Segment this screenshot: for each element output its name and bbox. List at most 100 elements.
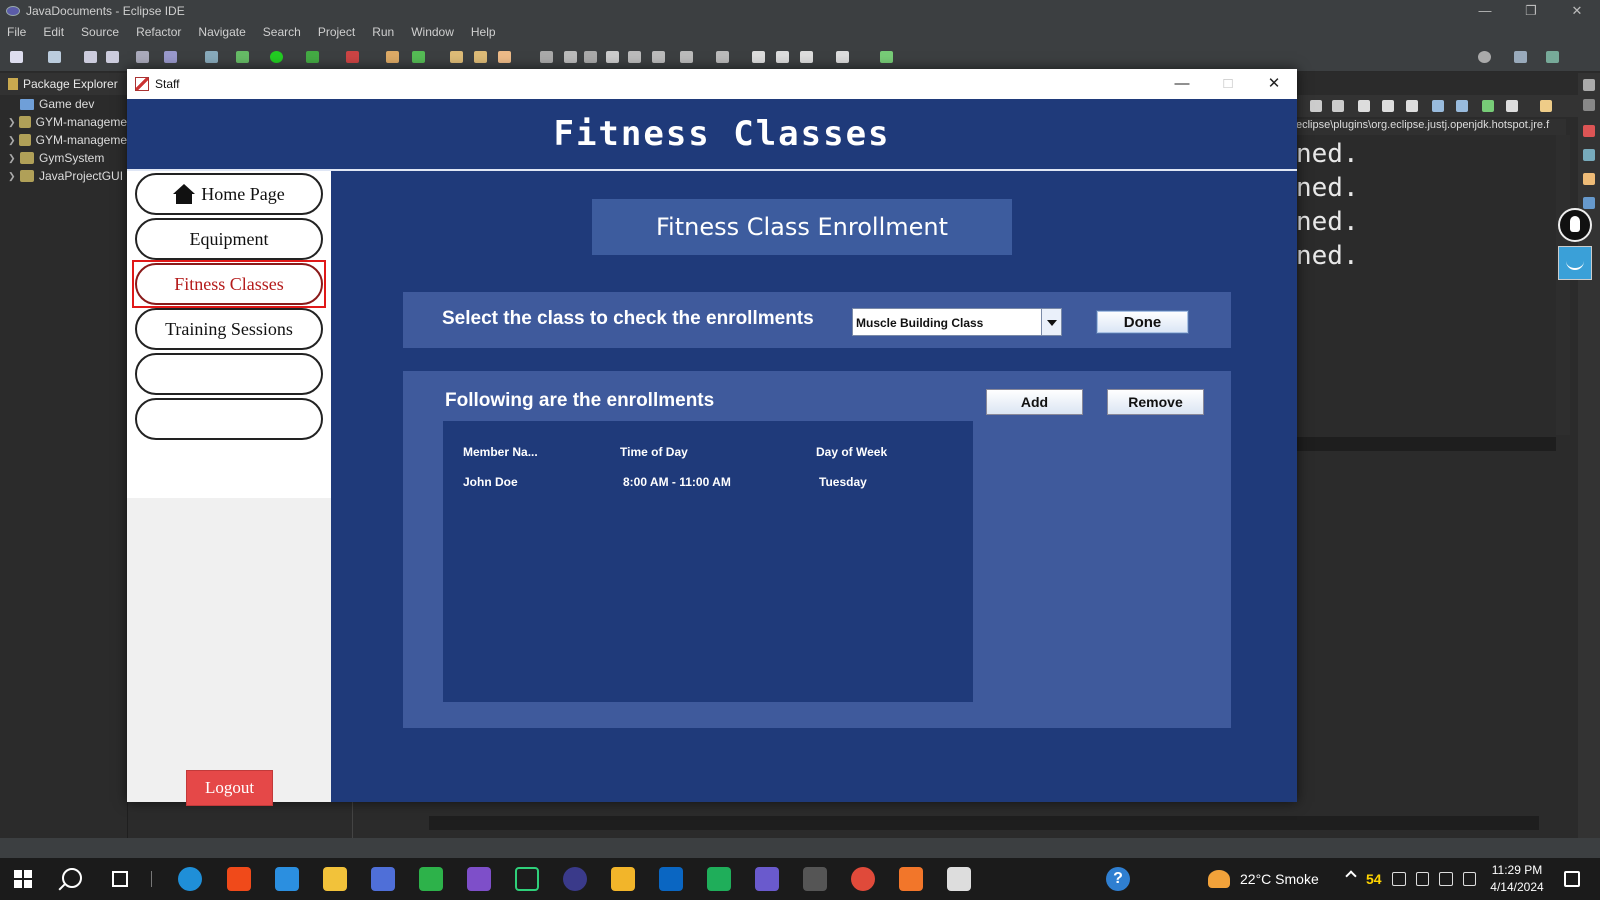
edge-icon[interactable] <box>178 867 202 891</box>
package-explorer-header[interactable]: Package Explorer <box>0 73 127 95</box>
console-icon[interactable] <box>1583 197 1595 209</box>
table-cell-member-name[interactable]: John Doe <box>463 475 518 489</box>
tree-item[interactable]: ❯ GYM-manageme <box>0 131 127 149</box>
pin-console-icon[interactable] <box>1456 100 1468 112</box>
outline-icon[interactable] <box>164 51 177 63</box>
eclipse-taskbar-icon[interactable] <box>563 867 587 891</box>
xampp-icon[interactable] <box>899 867 923 891</box>
search-icon[interactable] <box>62 868 82 888</box>
scroll-lock-icon[interactable] <box>1382 100 1394 112</box>
open-type-icon[interactable] <box>450 51 463 63</box>
battery-icon[interactable] <box>1462 872 1476 886</box>
restore-view-icon[interactable] <box>1583 79 1595 91</box>
tree-item[interactable]: ❯ GymSystem <box>0 149 127 167</box>
vscode-icon[interactable] <box>275 867 299 891</box>
logout-button[interactable]: Logout <box>186 770 273 806</box>
pycharm-icon[interactable] <box>515 867 539 891</box>
mark-occurrences-icon[interactable] <box>584 51 597 63</box>
chevron-right-icon[interactable]: ❯ <box>8 117 17 128</box>
external-tools-icon[interactable] <box>346 51 359 63</box>
play-store-icon[interactable] <box>707 867 731 891</box>
empty-nav-button-2[interactable] <box>135 398 323 440</box>
table-cell-time-of-day[interactable]: 8:00 AM - 11:00 AM <box>623 475 731 489</box>
puzzle-app-icon[interactable] <box>611 867 635 891</box>
menu-help[interactable]: Help <box>464 25 506 39</box>
minimize-icon[interactable]: — <box>1159 69 1205 99</box>
problems-icon[interactable] <box>1583 125 1595 137</box>
empty-nav-button-1[interactable] <box>135 353 323 395</box>
volume-icon[interactable] <box>1439 872 1453 886</box>
edit-icon[interactable] <box>564 51 577 63</box>
new-class-icon[interactable] <box>412 51 425 63</box>
clear-console-icon[interactable] <box>1358 100 1370 112</box>
add-button[interactable]: Add <box>986 389 1083 415</box>
task-view-icon[interactable] <box>112 871 128 887</box>
open-console-icon[interactable] <box>1540 100 1552 112</box>
restore-icon[interactable]: ❐ <box>1508 0 1554 22</box>
save-icon[interactable] <box>84 51 97 63</box>
show-whitespace-icon[interactable] <box>652 51 665 63</box>
java-app-icon[interactable] <box>947 867 971 891</box>
search-toolbar-icon[interactable] <box>498 51 511 63</box>
windows-start-icon[interactable] <box>14 870 32 888</box>
maximize-view-icon[interactable] <box>1583 99 1595 111</box>
file-explorer-icon[interactable] <box>323 867 347 891</box>
copilot-icon[interactable] <box>371 867 395 891</box>
weather-text[interactable]: 22°C Smoke <box>1240 871 1319 887</box>
save-all-icon[interactable] <box>106 51 119 63</box>
chrome-icon[interactable] <box>851 867 875 891</box>
fitness-classes-button[interactable]: Fitness Classes <box>132 260 326 308</box>
close-icon[interactable]: ✕ <box>1554 0 1600 22</box>
new-console-icon[interactable] <box>1506 100 1518 112</box>
enrollments-table[interactable]: Member Na... Time of Day Day of Week Joh… <box>443 421 973 702</box>
menu-search[interactable]: Search <box>256 25 311 39</box>
last-edit-icon[interactable] <box>752 51 765 63</box>
table-cell-day-of-week[interactable]: Tuesday <box>819 475 867 489</box>
show-hidden-icons-icon[interactable] <box>1345 870 1357 882</box>
close-icon[interactable]: ✕ <box>1251 69 1297 99</box>
menu-file[interactable]: File <box>0 25 36 39</box>
next-annotation-icon[interactable] <box>680 51 693 63</box>
open-perspective-icon[interactable] <box>880 51 893 63</box>
class-dropdown[interactable]: Muscle Building Class <box>852 308 1062 336</box>
help-icon[interactable]: ? <box>1106 867 1130 891</box>
green-app-icon[interactable] <box>419 867 443 891</box>
skip-breakpoints-icon[interactable] <box>205 51 218 63</box>
console-vertical-scrollbar[interactable] <box>1556 135 1570 435</box>
terminate-icon[interactable] <box>1310 100 1322 112</box>
menu-run[interactable]: Run <box>365 25 404 39</box>
search-icon[interactable] <box>1478 51 1491 63</box>
chevron-down-icon[interactable] <box>1041 309 1061 335</box>
open-task-icon[interactable] <box>474 51 487 63</box>
linkedin-icon[interactable] <box>659 867 683 891</box>
back-icon[interactable] <box>800 51 813 63</box>
editor-horizontal-scrollbar[interactable] <box>429 816 1539 830</box>
column-header-member-name[interactable]: Member Na... <box>463 445 538 459</box>
chevron-right-icon[interactable]: ❯ <box>8 171 18 182</box>
clock[interactable]: 11:29 PM 4/14/2024 <box>1487 862 1547 896</box>
block-selection-icon[interactable] <box>606 51 619 63</box>
game-icon[interactable] <box>803 867 827 891</box>
done-button[interactable]: Done <box>1096 310 1189 334</box>
open-icon[interactable] <box>48 51 61 63</box>
console-horizontal-scrollbar[interactable] <box>1296 437 1556 451</box>
weather-icon[interactable] <box>1208 870 1230 888</box>
wifi-icon[interactable] <box>1415 872 1429 886</box>
forward-history-icon[interactable] <box>776 51 789 63</box>
tree-item[interactable]: ❯ JavaProjectGUI <box>0 167 127 185</box>
tablet-icon[interactable] <box>1392 872 1406 886</box>
brave-icon[interactable] <box>227 867 251 891</box>
previous-annotation-icon[interactable] <box>716 51 729 63</box>
tray-badge-count[interactable]: 54 <box>1366 871 1382 887</box>
menu-window[interactable]: Window <box>404 25 464 39</box>
menu-source[interactable]: Source <box>74 25 129 39</box>
notifications-icon[interactable] <box>1564 871 1580 887</box>
word-wrap-icon[interactable] <box>628 51 641 63</box>
coverage-icon[interactable] <box>306 51 319 63</box>
perspective-icon[interactable] <box>1514 51 1527 63</box>
javadoc-icon[interactable] <box>1583 149 1595 161</box>
column-header-time-of-day[interactable]: Time of Day <box>620 445 688 459</box>
menu-navigate[interactable]: Navigate <box>191 25 255 39</box>
menu-edit[interactable]: Edit <box>36 25 74 39</box>
remove-launches-icon[interactable] <box>1332 100 1344 112</box>
